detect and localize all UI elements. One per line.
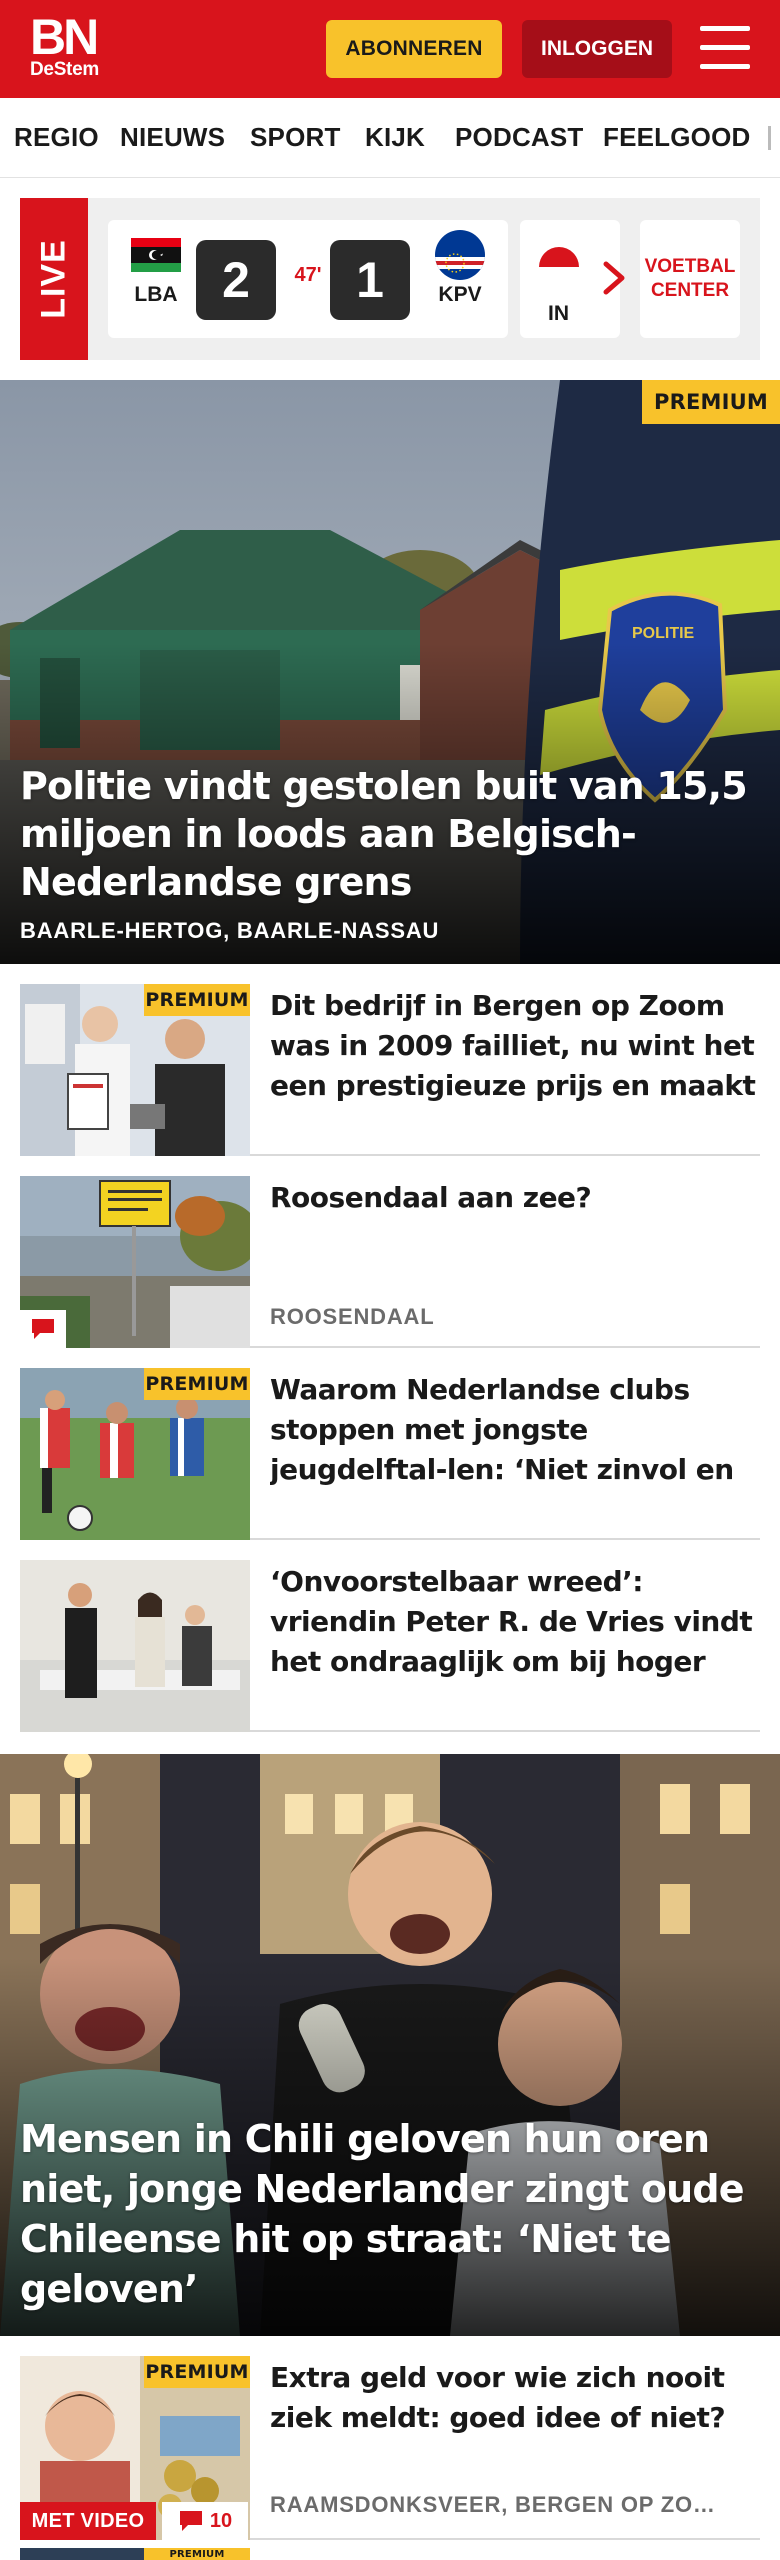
home-score: 2: [196, 240, 276, 320]
premium-badge: PREMIUM: [144, 2548, 250, 2560]
article-title[interactable]: Roosendaal aan zee?: [270, 1178, 760, 1218]
login-button[interactable]: INLOGGEN: [522, 20, 672, 78]
nav-item-podcast[interactable]: PODCAST: [455, 122, 584, 153]
libya-flag-icon: [131, 238, 181, 272]
article-location: RAAMSDONKSVEER, BERGEN OP ZO…: [270, 2492, 716, 2517]
nav-item-nieuws[interactable]: NIEUWS: [120, 122, 225, 153]
away-team-code: KPV: [438, 283, 482, 306]
comment-icon: [32, 1319, 54, 1339]
next-team-code: IN: [548, 302, 569, 325]
article-title[interactable]: ‘Onvoorstelbaar wreed’: vriendin Peter R…: [270, 1562, 760, 1682]
live-label: LIVE: [34, 239, 73, 319]
voetbal-center-link[interactable]: VOETBAL CENTER: [640, 220, 740, 338]
hero-text: Politie vindt gestolen buit van 15,5 mil…: [20, 762, 760, 944]
article-item[interactable]: Roosendaal aan zee? ROOSENDAAL: [20, 1156, 760, 1348]
next-article-thumbnail[interactable]: PREMIUM: [20, 2548, 250, 2560]
logo-main: BN: [30, 9, 99, 65]
article-item[interactable]: PREMIUM MET VIDEO 10 Extra geld voor wie…: [20, 2336, 760, 2540]
live-tag: LIVE: [20, 198, 88, 360]
article-thumbnail: PREMIUM: [20, 984, 250, 1156]
article-item[interactable]: PREMIUM Waarom Nederlandse clubs stoppen…: [20, 1348, 760, 1540]
article-thumbnail: PREMIUM MET VIDEO 10: [20, 2356, 250, 2540]
main-navigation: REGIO NIEUWS SPORT KIJK PODCAST FEELGOOD: [0, 98, 780, 178]
nav-item-sport[interactable]: SPORT: [250, 122, 341, 153]
article-title[interactable]: Extra geld voor wie zich nooit ziek meld…: [270, 2358, 760, 2438]
site-header: BN DeStem ABONNEREN INLOGGEN: [0, 0, 780, 98]
hero-location: BAARLE-HERTOG, BAARLE-NASSAU: [20, 918, 440, 943]
article-item[interactable]: PREMIUM Dit bedrijf in Bergen op Zoom wa…: [20, 964, 760, 1156]
match-card[interactable]: LBA 2 47' 1 KPV: [108, 220, 508, 338]
article-thumbnail: PREMIUM: [20, 1368, 250, 1540]
article-thumbnail: [20, 1560, 250, 1732]
menu-icon[interactable]: [700, 24, 750, 72]
hero-video-article[interactable]: Mensen in Chili geloven hun oren niet, j…: [0, 1754, 780, 2336]
nav-item-kijk[interactable]: KIJK: [365, 122, 425, 153]
hero-title[interactable]: Politie vindt gestolen buit van 15,5 mil…: [20, 762, 760, 906]
article-title[interactable]: Waarom Nederlandse clubs stoppen met jon…: [270, 1370, 760, 1490]
home-team: LBA: [116, 238, 196, 307]
match-minute: 47': [294, 264, 322, 286]
comment-count-badge: 10: [162, 2502, 248, 2540]
article-title[interactable]: Dit bedrijf in Bergen op Zoom was in 200…: [270, 986, 760, 1106]
cape-verde-flag-icon: [435, 230, 485, 280]
comment-icon: [179, 2511, 202, 2531]
article-location: ROOSENDAAL: [270, 1304, 435, 1329]
nav-divider: [768, 126, 771, 150]
video-badge: MET VIDEO: [20, 2502, 156, 2540]
chevron-right-icon[interactable]: [592, 256, 636, 300]
premium-badge: PREMIUM: [144, 984, 250, 1016]
away-score: 1: [330, 240, 410, 320]
premium-badge: PREMIUM: [642, 380, 780, 424]
premium-badge: PREMIUM: [144, 2356, 250, 2388]
site-logo[interactable]: BN DeStem: [30, 9, 99, 80]
hero-title[interactable]: Mensen in Chili geloven hun oren niet, j…: [20, 2114, 760, 2314]
hero-text: Mensen in Chili geloven hun oren niet, j…: [20, 2114, 760, 2314]
home-team-code: LBA: [134, 283, 178, 306]
hero-article[interactable]: POLITIE PREMIUM Politie vindt gestolen b…: [0, 380, 780, 964]
nav-item-feelgood[interactable]: FEELGOOD: [603, 122, 751, 153]
comment-count: 10: [209, 2509, 233, 2532]
live-scores-bar: LIVE LBA 2 47' 1 KPV IN VOETBAL CENTER: [20, 198, 760, 360]
subscribe-button[interactable]: ABONNEREN: [326, 20, 502, 78]
article-thumbnail: [20, 1176, 250, 1348]
article-item[interactable]: ‘Onvoorstelbaar wreed’: vriendin Peter R…: [20, 1540, 760, 1732]
comment-badge: [20, 1310, 66, 1348]
premium-badge: PREMIUM: [144, 1368, 250, 1400]
away-team: KPV: [420, 230, 500, 307]
flag-icon: [539, 247, 579, 287]
nav-item-regio[interactable]: REGIO: [14, 122, 99, 153]
logo-sub: DeStem: [30, 59, 99, 80]
article-image: [20, 1560, 250, 1732]
